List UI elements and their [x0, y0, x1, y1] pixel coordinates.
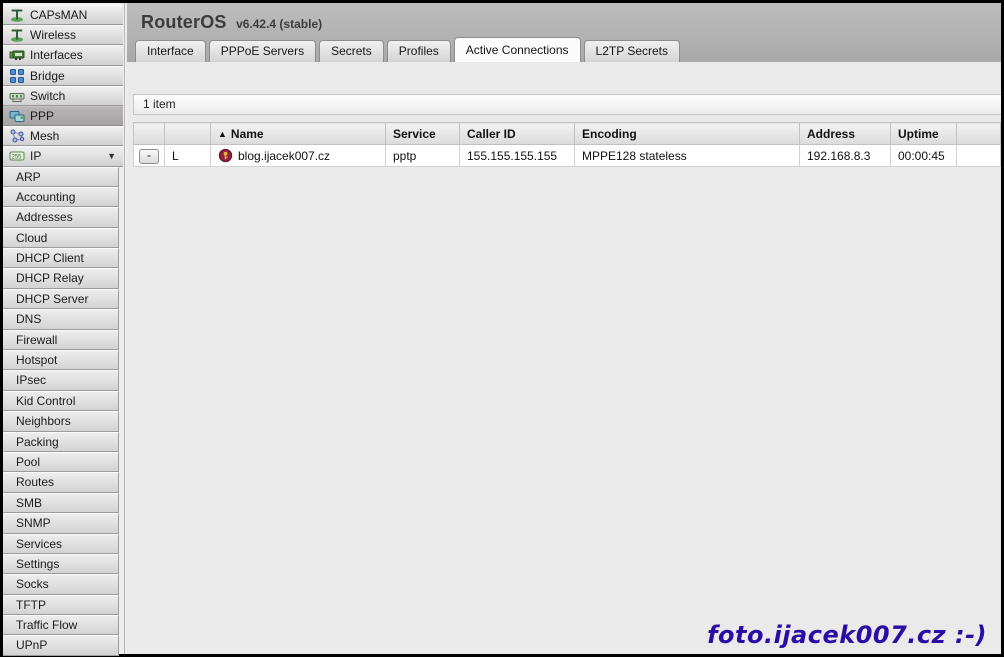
tab-profiles[interactable]: Profiles — [387, 40, 451, 62]
sidebar-subitem-addresses[interactable]: Addresses — [3, 207, 119, 227]
sidebar-subitem-ipsec[interactable]: IPsec — [3, 370, 119, 390]
sidebar-subitem-services[interactable]: Services — [3, 534, 119, 554]
antenna-icon — [8, 27, 25, 43]
app-window: CAPsMAN Wireless Interfaces Bridge Switch PPP… — [3, 3, 1001, 654]
column-header-remove[interactable] — [134, 123, 165, 145]
sidebar-item-ip[interactable]: 255 IP▼ — [3, 146, 123, 166]
sidebar-item-label: Mesh — [30, 129, 123, 143]
tab-pppoe-servers[interactable]: PPPoE Servers — [209, 40, 316, 62]
cell-name: blog.ijacek007.cz — [211, 145, 386, 167]
table-row[interactable]: -Lblog.ijacek007.czpptp155.155.155.155MP… — [134, 145, 1001, 167]
main-panel: RouterOS v6.42.4 (stable) InterfacePPPoE… — [127, 3, 1001, 654]
cell-spacer — [957, 145, 1001, 167]
sidebar-subitem-firewall[interactable]: Firewall — [3, 330, 119, 350]
page-title: RouterOS — [141, 12, 227, 32]
sidebar: CAPsMAN Wireless Interfaces Bridge Switch PPP… — [3, 3, 127, 654]
interface-card-icon — [8, 47, 25, 63]
tab-active-connections[interactable]: Active Connections — [454, 37, 581, 62]
sidebar-subitem-accounting[interactable]: Accounting — [3, 187, 119, 207]
sidebar-subitem-packing[interactable]: Packing — [3, 432, 119, 452]
tab-bar: InterfacePPPoE ServersSecretsProfilesAct… — [135, 37, 680, 62]
active-connection-icon — [218, 148, 233, 163]
titlebar: RouterOS v6.42.4 (stable) InterfacePPPoE… — [127, 3, 1001, 62]
sidebar-item-switch[interactable]: Switch — [3, 86, 123, 106]
cell-encoding: MPPE128 stateless — [575, 145, 800, 167]
sidebar-subitem-cloud[interactable]: Cloud — [3, 228, 119, 248]
sort-ascending-icon: ▲ — [218, 129, 227, 139]
column-header-service[interactable]: Service — [386, 123, 460, 145]
sidebar-subitem-neighbors[interactable]: Neighbors — [3, 411, 119, 431]
column-header-flags[interactable] — [165, 123, 211, 145]
title-line: RouterOS v6.42.4 (stable) — [127, 3, 1001, 33]
sidebar-subitem-dns[interactable]: DNS — [3, 309, 119, 329]
sidebar-subitem-traffic-flow[interactable]: Traffic Flow — [3, 615, 119, 635]
switch-icon — [8, 88, 25, 104]
item-count-bar: 1 item — [133, 94, 1001, 115]
sidebar-subitem-pool[interactable]: Pool — [3, 452, 119, 472]
column-header-caller-id[interactable]: Caller ID — [460, 123, 575, 145]
sidebar-item-ppp[interactable]: PPP — [3, 106, 123, 126]
sidebar-subitem-tftp[interactable]: TFTP — [3, 595, 119, 615]
sidebar-item-capsman[interactable]: CAPsMAN — [3, 5, 123, 25]
sidebar-item-wireless[interactable]: Wireless — [3, 25, 123, 45]
sidebar-subitem-arp[interactable]: ARP — [3, 167, 119, 187]
sidebar-item-label: Switch — [30, 89, 123, 103]
sidebar-subitem-upnp[interactable]: UPnP — [3, 635, 119, 655]
sidebar-subitem-dhcp-client[interactable]: DHCP Client — [3, 248, 119, 268]
column-header-address[interactable]: Address — [800, 123, 891, 145]
cell-uptime: 00:00:45 — [891, 145, 957, 167]
ppp-icon — [8, 108, 25, 124]
column-header-encoding[interactable]: Encoding — [575, 123, 800, 145]
sidebar-subitem-kid-control[interactable]: Kid Control — [3, 391, 119, 411]
sidebar-subitem-snmp[interactable]: SNMP — [3, 513, 119, 533]
antenna-icon — [8, 7, 25, 23]
column-header-spacer[interactable] — [957, 123, 1001, 145]
sidebar-subitem-smb[interactable]: SMB — [3, 493, 119, 513]
content-area: 1 item ▲NameServiceCaller IDEncodingAddr… — [127, 62, 1001, 654]
sidebar-item-mesh[interactable]: Mesh — [3, 126, 123, 146]
bridge-icon — [8, 68, 25, 84]
table-header-row: ▲NameServiceCaller IDEncodingAddressUpti… — [134, 123, 1001, 145]
sidebar-subitem-routes[interactable]: Routes — [3, 472, 119, 492]
sidebar-subitem-settings[interactable]: Settings — [3, 554, 119, 574]
cell-caller_id: 155.155.155.155 — [460, 145, 575, 167]
sidebar-item-interfaces[interactable]: Interfaces — [3, 45, 123, 65]
caret-down-icon[interactable]: ▼ — [107, 151, 123, 161]
version-label: v6.42.4 (stable) — [236, 17, 322, 31]
column-header-name[interactable]: ▲Name — [211, 123, 386, 145]
sidebar-item-label: Interfaces — [30, 48, 123, 62]
table-body: -Lblog.ijacek007.czpptp155.155.155.155MP… — [134, 145, 1001, 167]
tab-l2tp-secrets[interactable]: L2TP Secrets — [584, 40, 680, 62]
mesh-icon — [8, 128, 25, 144]
sidebar-item-label: IP — [30, 149, 107, 163]
sidebar-item-label: Bridge — [30, 69, 123, 83]
ip-icon: 255 — [8, 148, 25, 164]
sidebar-item-bridge[interactable]: Bridge — [3, 66, 123, 86]
cell-service: pptp — [386, 145, 460, 167]
sidebar-subitem-hotspot[interactable]: Hotspot — [3, 350, 119, 370]
sidebar-subitem-dhcp-relay[interactable]: DHCP Relay — [3, 268, 119, 288]
sidebar-menu: CAPsMAN Wireless Interfaces Bridge Switch PPP… — [3, 5, 127, 167]
sidebar-item-label: Wireless — [30, 28, 123, 42]
tab-secrets[interactable]: Secrets — [319, 40, 384, 62]
sidebar-subitem-dhcp-server[interactable]: DHCP Server — [3, 289, 119, 309]
sidebar-item-label: PPP — [30, 109, 123, 123]
watermark: foto.ijacek007.cz :-) — [707, 621, 987, 649]
column-header-uptime[interactable]: Uptime — [891, 123, 957, 145]
sidebar-item-label: CAPsMAN — [30, 8, 123, 22]
sidebar-submenu: ARPAccountingAddressesCloudDHCP ClientDH… — [3, 167, 127, 656]
disable-button[interactable]: - — [139, 149, 159, 164]
cell-remove: - — [134, 145, 165, 167]
sidebar-subitem-socks[interactable]: Socks — [3, 574, 119, 594]
cell-flags: L — [165, 145, 211, 167]
cell-address: 192.168.8.3 — [800, 145, 891, 167]
connections-table: ▲NameServiceCaller IDEncodingAddressUpti… — [133, 122, 1001, 167]
svg-text:255: 255 — [11, 155, 22, 161]
tab-interface[interactable]: Interface — [135, 40, 206, 62]
